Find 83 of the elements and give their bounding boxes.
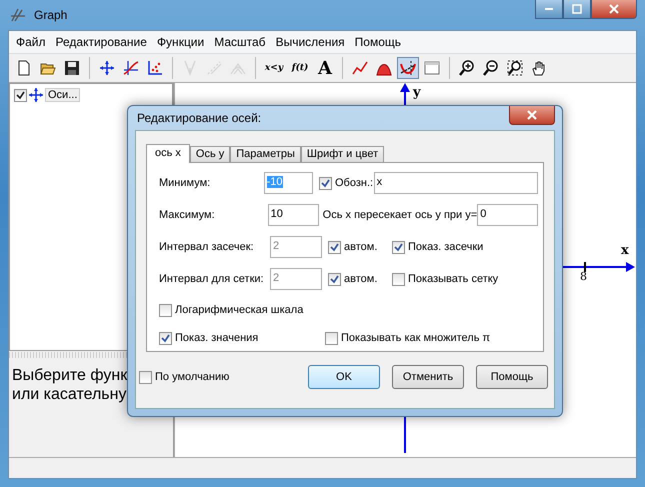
field-label: Интервал засечек: [159, 241, 255, 253]
dialog-title: Редактирование осей: [137, 111, 262, 125]
menu-item[interactable]: Редактирование [50, 35, 152, 49]
checkbox-label: По умолчанию [155, 371, 230, 383]
hint-text: Выберите функ [12, 366, 128, 385]
menu-item[interactable]: Масштаб [209, 35, 271, 49]
close-button[interactable] [509, 106, 555, 125]
app-icon [10, 7, 26, 23]
input-field[interactable]: x [374, 172, 538, 194]
menu-item[interactable]: Файл [11, 35, 51, 49]
menu-item[interactable]: Вычисления [270, 35, 350, 49]
close-icon [609, 4, 619, 14]
axes-icon [28, 87, 44, 103]
dialog-button[interactable]: Помощь [476, 365, 548, 389]
point-series-icon [147, 60, 163, 76]
maximize-icon [572, 4, 582, 14]
checkbox[interactable] [318, 176, 332, 190]
menu-item[interactable]: Функции [152, 35, 210, 49]
zoom-out-icon [483, 60, 499, 76]
check-icon [161, 334, 170, 342]
axis-label: y [413, 85, 421, 100]
checkbox-label: автом. [344, 241, 378, 253]
input-field[interactable]: 0 [477, 204, 538, 226]
close-button[interactable] [591, 0, 637, 19]
hint-text: или касательну [12, 385, 128, 404]
axes-icon [99, 60, 115, 76]
checkbox[interactable] [139, 370, 152, 384]
checkbox-label: Показывать сетку [408, 273, 498, 285]
checkbox[interactable] [328, 240, 341, 254]
tick-mark [584, 262, 586, 272]
zoom-in-icon [459, 60, 475, 76]
dialog-button[interactable]: Отменить [392, 365, 464, 389]
tree-item[interactable]: Оси... [45, 88, 80, 102]
window-title: Graph [34, 8, 68, 22]
tab[interactable]: ось x [146, 144, 190, 163]
field-label: Ось x пересекает ось y при y= [322, 209, 478, 221]
toolbar-button[interactable]: x<y [262, 57, 286, 79]
menu-item[interactable]: Помощь [350, 35, 406, 49]
branch-lines-icon [182, 60, 198, 76]
check-icon [320, 178, 330, 188]
close-icon [527, 110, 537, 120]
maximize-button[interactable] [563, 0, 591, 19]
checkbox[interactable] [159, 304, 172, 316]
checkbox[interactable] [159, 332, 172, 344]
check-icon [330, 242, 339, 252]
checkbox[interactable] [325, 332, 338, 344]
checkbox-label: Показ. значения [175, 332, 258, 344]
field-label: Минимум: [159, 177, 212, 189]
field-label: Максимум: [159, 209, 216, 221]
minimize-button[interactable] [535, 0, 563, 19]
hand-icon [531, 60, 547, 76]
line-graph-icon [352, 60, 368, 76]
window-icon [424, 60, 440, 76]
checkbox-label: автом. [344, 273, 378, 285]
save-icon [64, 60, 80, 76]
input-field[interactable]: 10 [268, 204, 319, 226]
dialog-button[interactable]: OK [308, 365, 380, 389]
checkbox[interactable] [392, 240, 405, 254]
field-label: Интервал для сетки: [159, 273, 265, 285]
axis-label: x [621, 243, 629, 258]
checkbox-label: Логарифмическая шкала [175, 304, 304, 316]
toolbar-button[interactable]: f(t) [288, 57, 312, 79]
function-graph-icon [123, 60, 139, 76]
check-icon [330, 274, 339, 284]
checkbox[interactable] [14, 88, 27, 102]
checkbox[interactable] [392, 272, 405, 286]
dashed-line-icon [206, 60, 222, 76]
tangent-icon [400, 60, 416, 76]
check-icon [394, 242, 403, 252]
checkbox[interactable] [328, 272, 341, 286]
check-icon [16, 90, 25, 100]
toolbar-button[interactable] [397, 57, 419, 79]
checkbox-label: Обозн.: [334, 177, 374, 189]
checkbox-label: Показывать как множитель π [341, 332, 490, 344]
tab[interactable]: Параметры [230, 146, 301, 162]
tab[interactable]: Шрифт и цвет [300, 146, 384, 162]
toolbar-button[interactable]: A [314, 57, 336, 79]
minimize-icon [545, 8, 553, 10]
checkbox-label: Показ. засечки [408, 241, 484, 253]
tab[interactable]: Ось y [190, 146, 230, 162]
new-file-icon [16, 60, 32, 76]
tick-label: 8 [580, 270, 587, 283]
zoom-fit-icon [507, 60, 523, 76]
